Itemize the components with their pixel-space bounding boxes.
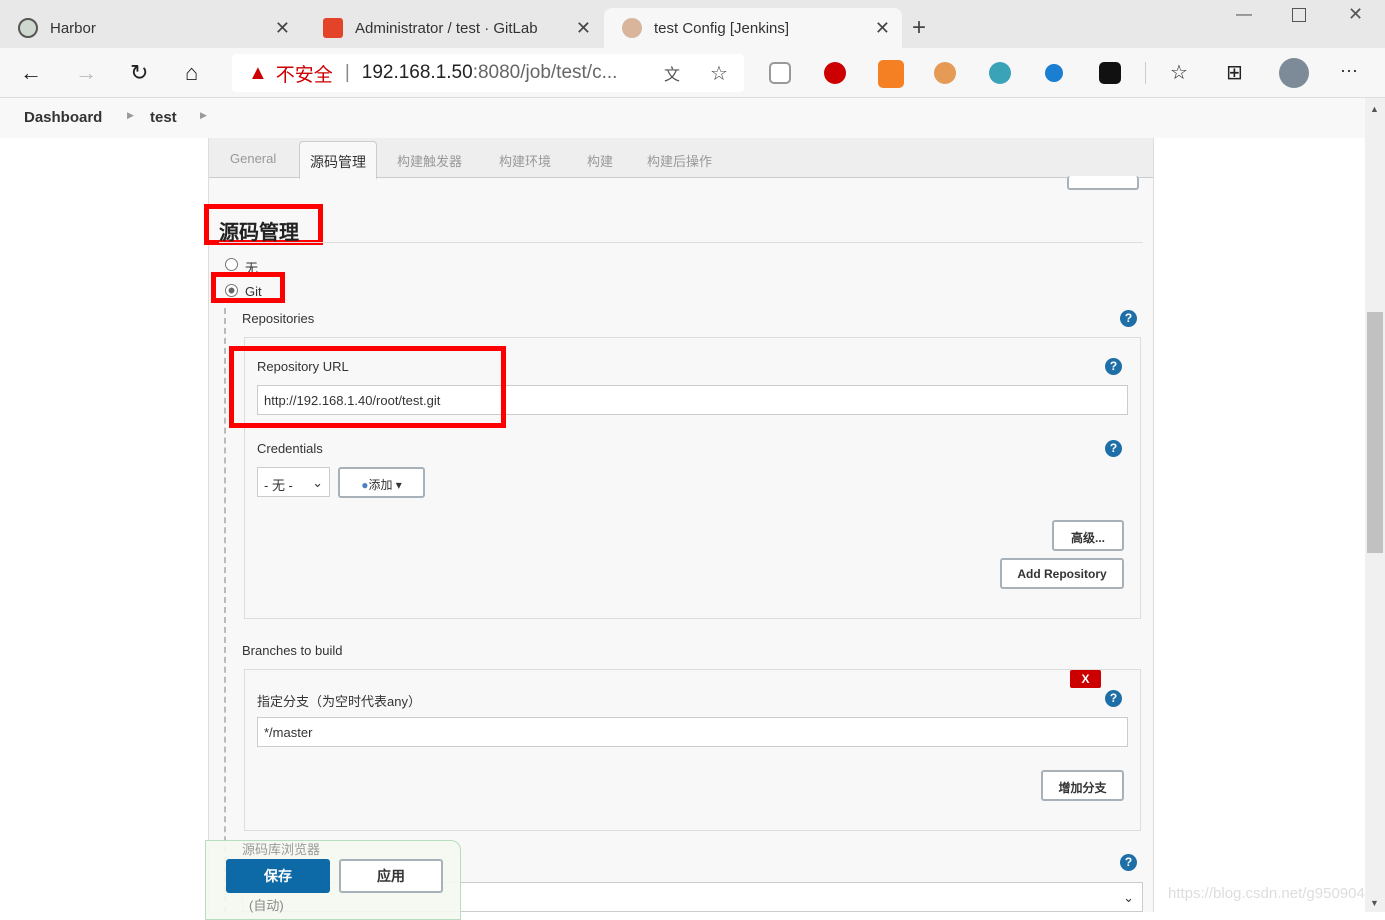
- repository-box: Repository URL ? http://192.168.1.40/roo…: [229, 337, 1141, 619]
- add-branch-button[interactable]: 增加分支: [1041, 770, 1124, 801]
- tab-triggers[interactable]: 构建触发器: [397, 151, 462, 170]
- back-icon[interactable]: ←: [20, 60, 42, 86]
- browser-tab-bar: Harbor ✕ Administrator / test · GitLab ✕…: [0, 0, 1385, 48]
- refresh-icon[interactable]: ↻: [130, 60, 148, 86]
- repositories-label: Repositories: [242, 311, 315, 326]
- warning-icon: ▲: [248, 61, 268, 84]
- help-icon[interactable]: ?: [1105, 440, 1122, 457]
- scrollbar-thumb[interactable]: [1367, 312, 1383, 553]
- scroll-down-icon: ▼: [1370, 898, 1379, 908]
- tab-scm[interactable]: 源码管理: [299, 141, 377, 179]
- close-icon[interactable]: ✕: [875, 18, 890, 39]
- tab-harbor[interactable]: Harbor ✕: [0, 8, 302, 48]
- help-icon[interactable]: ?: [1120, 854, 1137, 871]
- radio-git[interactable]: [225, 284, 238, 297]
- close-icon[interactable]: ✕: [576, 18, 591, 39]
- off-icon[interactable]: [878, 60, 904, 88]
- close-window-icon[interactable]: ✕: [1348, 4, 1363, 25]
- tab-general[interactable]: General: [230, 151, 276, 166]
- close-icon[interactable]: ✕: [275, 18, 290, 39]
- delete-branch-button[interactable]: X: [1070, 670, 1101, 688]
- help-icon[interactable]: ?: [1120, 310, 1137, 327]
- tampermonkey-icon[interactable]: [1099, 62, 1121, 84]
- branch-specifier-input[interactable]: */master: [257, 717, 1128, 747]
- favorite-star-icon[interactable]: ☆: [710, 61, 728, 86]
- scroll-up-icon: ▲: [1370, 104, 1379, 114]
- advanced-button[interactable]: 高级...: [1052, 520, 1124, 551]
- chevron-right-icon[interactable]: ▶: [200, 110, 207, 121]
- breadcrumb: Dashboard ▶ test ▶: [0, 98, 1365, 138]
- add-credentials-button[interactable]: ●添加 ▾: [338, 467, 425, 498]
- tab-post-build[interactable]: 构建后操作: [647, 151, 712, 170]
- gitlab-icon: [323, 18, 343, 38]
- more-icon[interactable]: ···: [1340, 60, 1358, 81]
- breadcrumb-test[interactable]: test: [150, 109, 177, 126]
- minimize-icon[interactable]: —: [1236, 6, 1252, 24]
- translate-icon[interactable]: 文: [664, 61, 680, 85]
- document-icon[interactable]: [934, 62, 956, 84]
- help-icon[interactable]: ?: [1105, 358, 1122, 375]
- section-title: 源码管理: [219, 222, 299, 244]
- tab-environment[interactable]: 构建环境: [499, 151, 551, 170]
- repository-browser-label: 源码库浏览器: [242, 842, 321, 857]
- chevron-right-icon[interactable]: ▶: [127, 110, 134, 121]
- fruit-icon[interactable]: [989, 62, 1011, 84]
- favorites-icon[interactable]: ☆: [1170, 60, 1188, 85]
- adblock-plus-icon[interactable]: [824, 62, 846, 84]
- repository-browser-value: (自动): [249, 898, 284, 913]
- config-tabs: General 源码管理 构建触发器 构建环境 构建 构建后操作: [209, 138, 1153, 179]
- mcafee-icon[interactable]: [769, 62, 791, 84]
- apply-button[interactable]: 应用: [339, 859, 443, 893]
- watermark: https://blog.csdn.net/g950904: [1168, 885, 1365, 902]
- collections-icon[interactable]: ⊞: [1226, 60, 1243, 85]
- chevron-down-icon: ⌄: [1123, 890, 1134, 905]
- home-icon[interactable]: ⌂: [185, 60, 198, 86]
- harbor-icon: [18, 18, 38, 38]
- tab-build[interactable]: 构建: [587, 151, 613, 170]
- new-tab-icon[interactable]: +: [912, 14, 926, 42]
- chevron-down-icon: ⌄: [312, 475, 323, 490]
- breadcrumb-dashboard[interactable]: Dashboard: [24, 109, 102, 126]
- credentials-select[interactable]: - 无 - ⌄: [257, 467, 330, 497]
- radio-none[interactable]: [225, 258, 238, 271]
- forward-icon[interactable]: →: [75, 60, 97, 86]
- avatar[interactable]: [1279, 58, 1309, 88]
- browser-toolbar: ← → ↻ ⌂ ▲ 不安全 | 192.168.1.50:8080/job/te…: [0, 48, 1385, 98]
- cloud-icon[interactable]: [1045, 64, 1063, 82]
- config-panel: General 源码管理 构建触发器 构建环境 构建 构建后操作 源码管理 无 …: [204, 138, 1154, 920]
- branch-box: X 指定分支（为空时代表any） ? */master 增加分支: [244, 669, 1141, 831]
- add-repository-button[interactable]: Add Repository: [1000, 558, 1124, 589]
- tab-gitlab[interactable]: Administrator / test · GitLab ✕: [305, 8, 603, 48]
- advanced-button-top[interactable]: [1067, 176, 1139, 190]
- highlight-box: [229, 346, 506, 428]
- save-button[interactable]: 保存: [226, 859, 330, 893]
- maximize-icon[interactable]: [1292, 8, 1306, 22]
- tab-jenkins[interactable]: test Config [Jenkins] ✕: [604, 8, 902, 48]
- help-icon[interactable]: ?: [1105, 690, 1122, 707]
- jenkins-icon: [622, 18, 642, 38]
- scrollbar[interactable]: ▲ ▼: [1365, 98, 1385, 912]
- address-bar[interactable]: ▲ 不安全 | 192.168.1.50:8080/job/test/c... …: [232, 54, 744, 92]
